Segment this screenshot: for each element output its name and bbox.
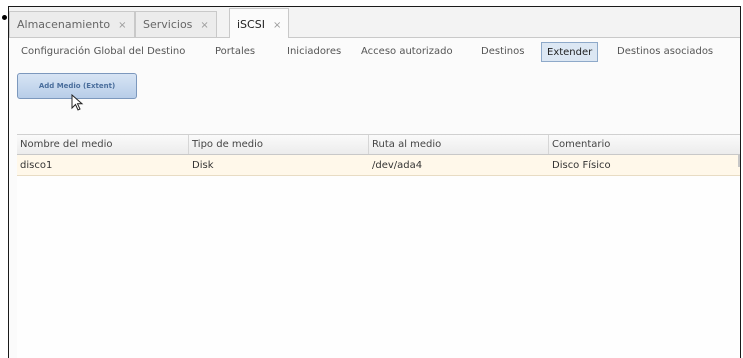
tab-bar: Almacenamiento × Servicios × iSCSI × [9,7,740,38]
tab-label: Almacenamiento [17,18,111,31]
extents-table: Nombre del medio Tipo de medio Ruta al m… [17,134,740,358]
tab-label: iSCSI [237,18,265,31]
table-header: Nombre del medio Tipo de medio Ruta al m… [17,135,740,155]
cell-nombre: disco1 [20,160,53,171]
tab-almacenamiento[interactable]: Almacenamiento × [9,11,135,37]
subtab-portales[interactable]: Portales [215,46,255,57]
column-header-nombre[interactable]: Nombre del medio [17,135,189,154]
close-icon[interactable]: × [273,20,281,31]
tab-servicios[interactable]: Servicios × [135,11,217,37]
subtab-configuracion-global[interactable]: Configuración Global del Destino [21,46,185,57]
subtab-acceso-autorizado[interactable]: Acceso autorizado [361,46,453,57]
cell-tipo: Disk [192,160,214,171]
close-icon[interactable]: × [118,20,126,31]
list-bullet [2,15,7,20]
cell-comentario: Disco Físico [552,160,611,171]
subtab-extender[interactable]: Extender [541,42,599,62]
tab-label: Servicios [143,18,193,31]
cell-ruta: /dev/ada4 [372,160,423,171]
table-row[interactable]: disco1 Disk /dev/ada4 Disco Físico [17,155,740,176]
mouse-pointer-icon [71,94,84,111]
subtab-destinos-asociados[interactable]: Destinos asociados [617,46,713,57]
scrollbar[interactable] [738,155,740,167]
column-header-comentario[interactable]: Comentario [549,135,740,154]
window-frame: Almacenamiento × Servicios × iSCSI × Config… [8,6,741,358]
column-header-ruta[interactable]: Ruta al medio [369,135,549,154]
tab-iscsi[interactable]: iSCSI × [229,8,290,38]
close-icon[interactable]: × [200,20,208,31]
iscsi-subtabs: Configuración Global del Destino Portale… [9,38,740,68]
subtab-iniciadores[interactable]: Iniciadores [287,46,341,57]
subtab-destinos[interactable]: Destinos [481,46,524,57]
column-header-tipo[interactable]: Tipo de medio [189,135,369,154]
